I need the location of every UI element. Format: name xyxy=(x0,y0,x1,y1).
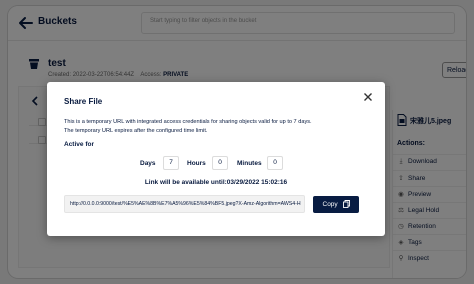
copy-icon xyxy=(342,200,350,209)
dialog-description: This is a temporary URL with integrated … xyxy=(64,118,312,136)
share-file-dialog: Share File This is a temporary URL with … xyxy=(47,82,385,236)
hours-label: Hours xyxy=(187,160,206,167)
description-line: This is a temporary URL with integrated … xyxy=(64,119,312,125)
minutes-input[interactable]: 0 xyxy=(267,156,283,170)
share-url-field[interactable]: http://0.0.0.0:9000/test/%E5%AE%8B%E7%A5… xyxy=(64,195,305,213)
minutes-label: Minutes xyxy=(237,160,262,167)
days-input[interactable]: 7 xyxy=(163,156,179,170)
copy-label: Copy xyxy=(322,201,338,208)
dialog-title: Share File xyxy=(64,97,103,106)
days-label: Days xyxy=(140,160,156,167)
link-availability: Link will be available until:03/29/2022 … xyxy=(144,179,288,186)
description-line: The temporary URL expires after the conf… xyxy=(64,128,208,134)
hours-input[interactable]: 0 xyxy=(212,156,228,170)
active-for-label: Active for xyxy=(64,141,94,148)
close-icon[interactable] xyxy=(363,92,373,102)
copy-button[interactable]: Copy xyxy=(313,196,359,213)
